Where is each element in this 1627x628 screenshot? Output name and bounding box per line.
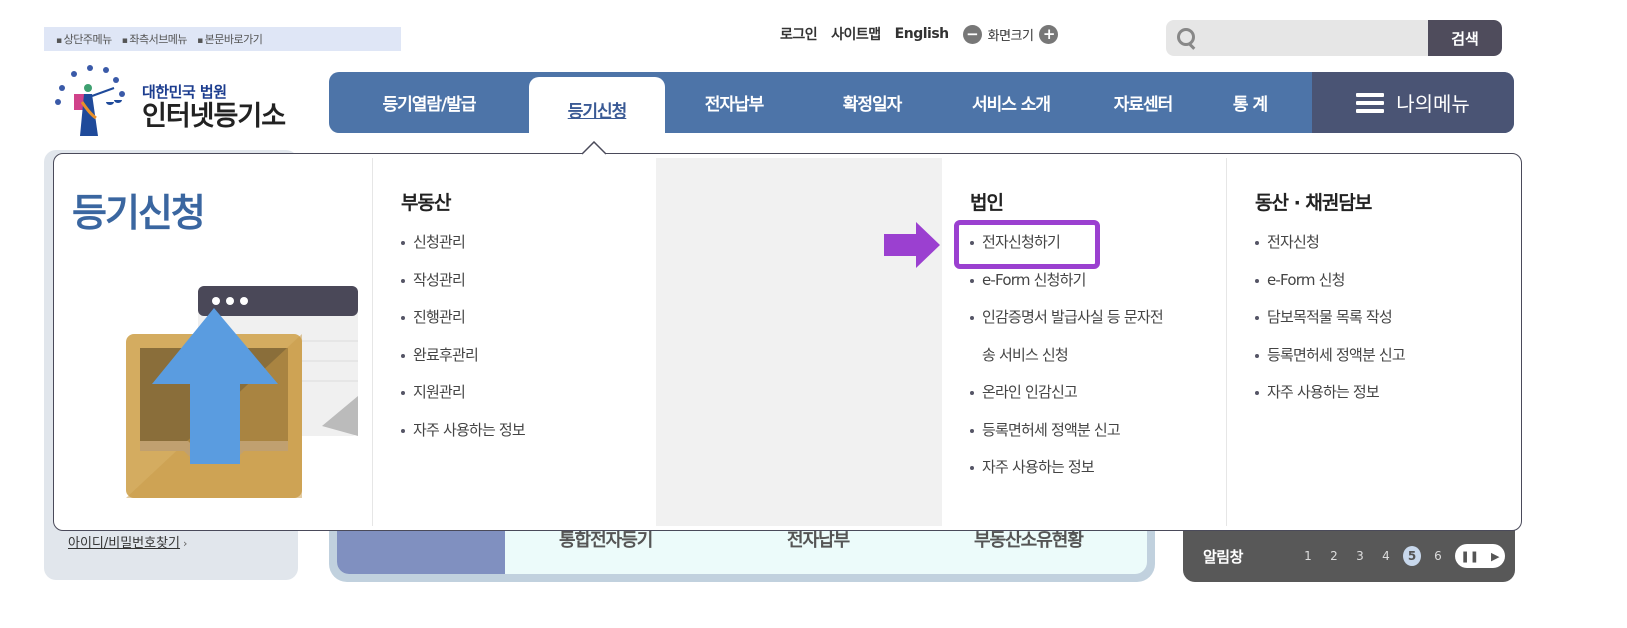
menu-item-post-completion-management[interactable]: 완료후관리 xyxy=(399,345,525,383)
menu-item-support-management[interactable]: 지원관리 xyxy=(399,382,525,420)
column-heading-corporation: 법인 xyxy=(970,192,1004,214)
alert-window-title: 알림창 xyxy=(1203,547,1243,566)
site-logo[interactable]: 대한민국 법원 인터넷등기소 xyxy=(52,58,286,140)
dropdown-title-column: 등기신청 xyxy=(54,158,372,526)
screen-size-label: 화면크기 xyxy=(987,28,1034,44)
nav-registry-view-issue[interactable]: 등기열람/발급 xyxy=(329,72,529,133)
menu-item-draft-management[interactable]: 작성관리 xyxy=(399,270,525,308)
alert-page-1[interactable]: 1 xyxy=(1299,549,1317,563)
dropdown-title: 등기신청 xyxy=(72,191,206,235)
alert-page-5-current[interactable]: 5 xyxy=(1403,546,1421,566)
menu-item-e-application[interactable]: 전자신청 xyxy=(1253,232,1405,270)
menu-item-collateral-list[interactable]: 담보목적물 목록 작성 xyxy=(1253,307,1405,345)
zoom-out-icon[interactable]: − xyxy=(962,24,982,44)
find-id-password-link[interactable]: 아이디/비밀번호찾기 xyxy=(68,532,187,551)
dropdown-column-corporation: 법인 전자신청하기 e-Form 신청하기 인감증명서 발급사실 등 문자전 송… xyxy=(942,158,1226,526)
menu-item-eform-application[interactable]: e-Form 신청 xyxy=(1253,270,1405,308)
column-heading-movable-collateral: 동산 · 채권담보 xyxy=(1255,192,1372,214)
nav-resource-center[interactable]: 자료센터 xyxy=(1081,72,1205,133)
nav-statistics[interactable]: 통 계 xyxy=(1205,72,1295,133)
column-heading-real-estate: 부동산 xyxy=(401,192,451,214)
menu-item-progress-management[interactable]: 진행관리 xyxy=(399,307,525,345)
menu-item-seal-certificate-sms-service-cont[interactable]: 송 서비스 신청 xyxy=(968,345,1163,383)
search-icon xyxy=(1166,20,1202,56)
menu-item-online-seal-report[interactable]: 온라인 인감신고 xyxy=(968,382,1163,420)
menu-item-seal-certificate-sms-service[interactable]: 인감증명서 발급사실 등 문자전 xyxy=(968,307,1164,345)
menu-item-registration-tax-report[interactable]: 등록면허세 정액분 신고 xyxy=(1253,345,1406,383)
dropdown-pointer-notch xyxy=(582,141,606,155)
alert-page-4[interactable]: 4 xyxy=(1377,549,1395,563)
utility-links: 로그인 사이트맵 English − 화면크기 + xyxy=(780,24,1059,44)
pause-icon[interactable]: ❚❚ xyxy=(1461,550,1479,563)
alert-pager: 1 2 3 4 5 6 ❚❚ ▶ xyxy=(1299,544,1505,568)
skip-link-content[interactable]: 본문바로가기 xyxy=(197,31,263,47)
main-navigation: 등기열람/발급 등기신청 전자납부 확정일자 서비스 소개 자료센터 통 계 나… xyxy=(329,72,1514,141)
dropdown-column-real-estate: 부동산 신청관리 작성관리 진행관리 완료후관리 지원관리 자주 사용하는 정보 xyxy=(372,158,656,526)
alert-page-3[interactable]: 3 xyxy=(1351,549,1369,563)
alert-window-panel: 알림창 1 2 3 4 5 6 ❚❚ ▶ xyxy=(1183,530,1515,582)
alert-play-pause-control[interactable]: ❚❚ ▶ xyxy=(1455,544,1505,568)
menu-item-e-application[interactable]: 전자신청하기 xyxy=(968,232,1163,270)
search-bar: 검색 xyxy=(1166,20,1502,56)
nav-registry-application[interactable]: 등기신청 xyxy=(529,77,665,141)
menu-item-eform-application[interactable]: e-Form 신청하기 xyxy=(968,270,1163,308)
alert-page-2[interactable]: 2 xyxy=(1325,549,1343,563)
dropdown-column-empty xyxy=(656,158,942,526)
search-button[interactable]: 검색 xyxy=(1428,20,1502,56)
login-link[interactable]: 로그인 xyxy=(780,24,818,44)
menu-item-frequently-used-info[interactable]: 자주 사용하는 정보 xyxy=(1253,382,1405,420)
dropdown-column-movable-collateral: 동산 · 채권담보 전자신청 e-Form 신청 담보목적물 목록 작성 등록면… xyxy=(1226,158,1520,526)
purple-pointer-arrow-icon xyxy=(884,222,940,268)
menu-item-application-management[interactable]: 신청관리 xyxy=(399,232,525,270)
registry-application-dropdown: 등기신청 부동산 신청관리 작성관리 진행관리 완료후관리 지원관리 자주 사용… xyxy=(53,153,1522,531)
nav-electronic-payment[interactable]: 전자납부 xyxy=(665,72,803,133)
alert-page-6[interactable]: 6 xyxy=(1429,549,1447,563)
menu-item-frequently-used-info[interactable]: 자주 사용하는 정보 xyxy=(968,457,1163,495)
hamburger-menu-icon xyxy=(1356,92,1385,113)
my-menu-label: 나의메뉴 xyxy=(1396,92,1470,116)
upload-document-illustration xyxy=(126,286,358,498)
play-icon[interactable]: ▶ xyxy=(1491,550,1499,563)
skip-link-left-submenu[interactable]: 좌측서브메뉴 xyxy=(122,31,187,47)
sitemap-link[interactable]: 사이트맵 xyxy=(831,24,881,44)
skip-navigation-bar: 상단주메뉴 좌측서브메뉴 본문바로가기 xyxy=(44,27,401,51)
nav-service-intro[interactable]: 서비스 소개 xyxy=(941,72,1081,133)
english-link[interactable]: English xyxy=(895,26,949,42)
logo-title: 인터넷등기소 xyxy=(142,101,286,133)
search-input[interactable] xyxy=(1202,20,1428,56)
logo-subtitle: 대한민국 법원 xyxy=(142,83,227,102)
menu-item-registration-tax-report[interactable]: 등록면허세 정액분 신고 xyxy=(968,420,1163,458)
nav-fixed-date[interactable]: 확정일자 xyxy=(803,72,941,133)
skip-link-top-menu[interactable]: 상단주메뉴 xyxy=(56,31,113,47)
screen-size-control: − 화면크기 + xyxy=(962,24,1059,44)
my-menu-button[interactable]: 나의메뉴 xyxy=(1312,72,1514,133)
menu-item-frequently-used-info[interactable]: 자주 사용하는 정보 xyxy=(399,420,526,458)
zoom-in-icon[interactable]: + xyxy=(1039,24,1059,44)
court-emblem-icon xyxy=(55,65,125,136)
